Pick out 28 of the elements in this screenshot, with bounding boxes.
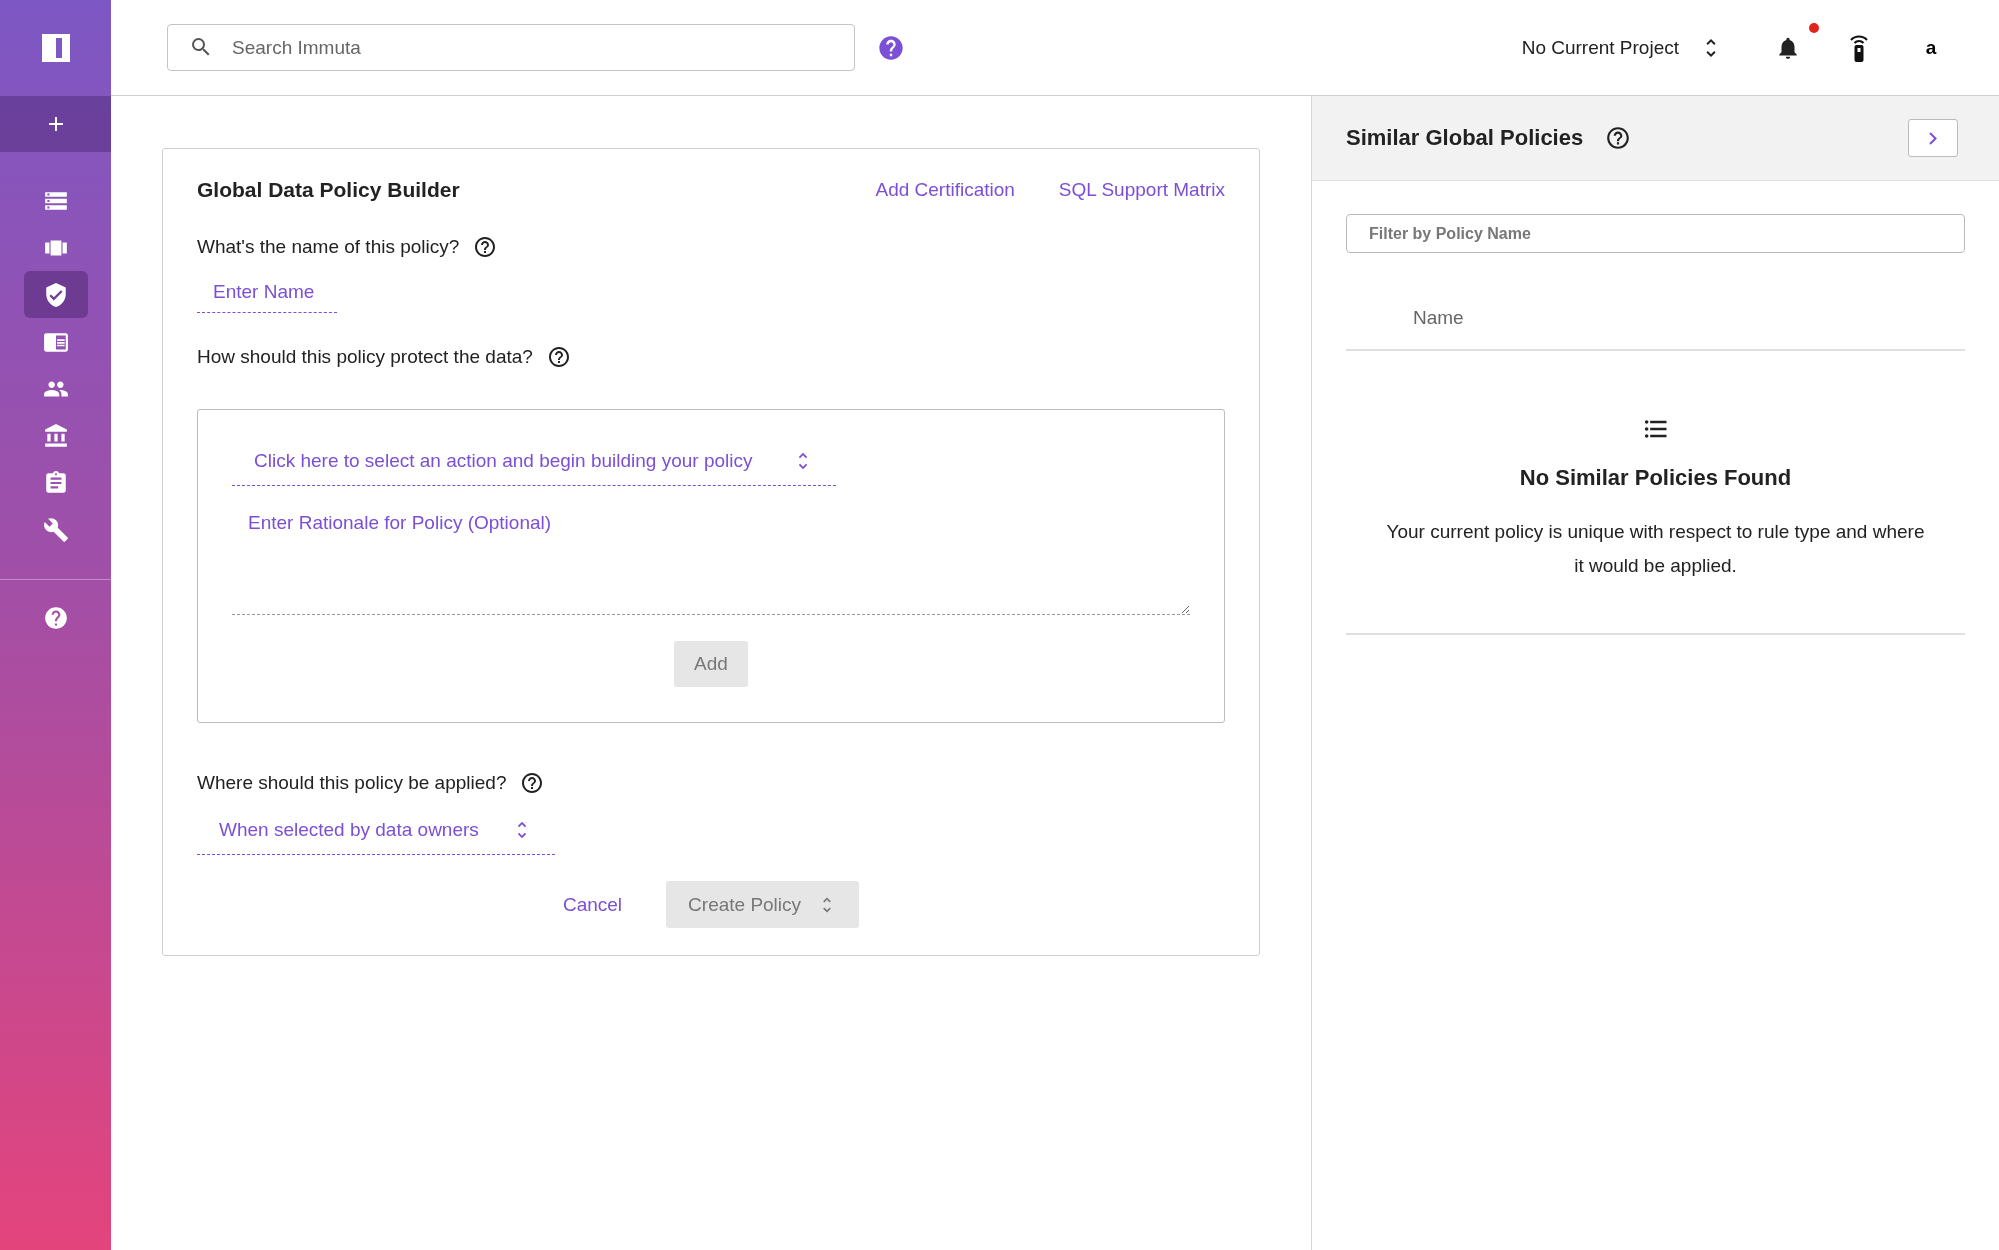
empty-message: Your current policy is unique with respect to rule type and where it would be applied. bbox=[1385, 520, 1926, 578]
help-icon bbox=[42, 605, 69, 631]
help-icon[interactable] bbox=[520, 771, 545, 795]
action-select[interactable]: Click here to select an action and begin building your policy bbox=[232, 440, 836, 486]
column-header: Name bbox=[1413, 307, 1464, 329]
help-button[interactable] bbox=[42, 605, 69, 631]
panel-title: Similar Global Policies bbox=[1346, 125, 1584, 151]
sidebar-item[interactable] bbox=[23, 271, 88, 318]
wrench-icon bbox=[42, 516, 69, 543]
search-field[interactable]: Search Immuta bbox=[167, 24, 855, 71]
header-link[interactable]: SQL Support Matrix bbox=[1058, 179, 1225, 201]
header-link[interactable]: Add Certification bbox=[875, 179, 1015, 201]
apply-select[interactable]: When selected by data owners bbox=[197, 809, 555, 855]
filter-field[interactable]: Filter by Policy Name bbox=[1346, 214, 1965, 253]
help-icon[interactable] bbox=[546, 345, 571, 369]
help-icon[interactable] bbox=[1605, 125, 1632, 151]
card-title: Global Data Policy Builder bbox=[197, 178, 461, 202]
question-label: Where should this policy be applied? bbox=[197, 772, 507, 794]
question-label: How should this policy protect the data? bbox=[197, 346, 533, 368]
remote-signal-icon[interactable] bbox=[1849, 33, 1869, 62]
help-icon[interactable] bbox=[473, 235, 498, 259]
empty-title: No Similar Policies Found bbox=[1519, 465, 1792, 491]
logo-icon bbox=[41, 34, 70, 62]
chevron-right-icon bbox=[1929, 131, 1937, 145]
cancel-link[interactable]: Cancel bbox=[562, 893, 623, 916]
bank-icon bbox=[42, 422, 69, 449]
project-selector[interactable]: No Current Project bbox=[1521, 35, 1723, 60]
question-label: What's the name of this policy? bbox=[197, 236, 460, 258]
